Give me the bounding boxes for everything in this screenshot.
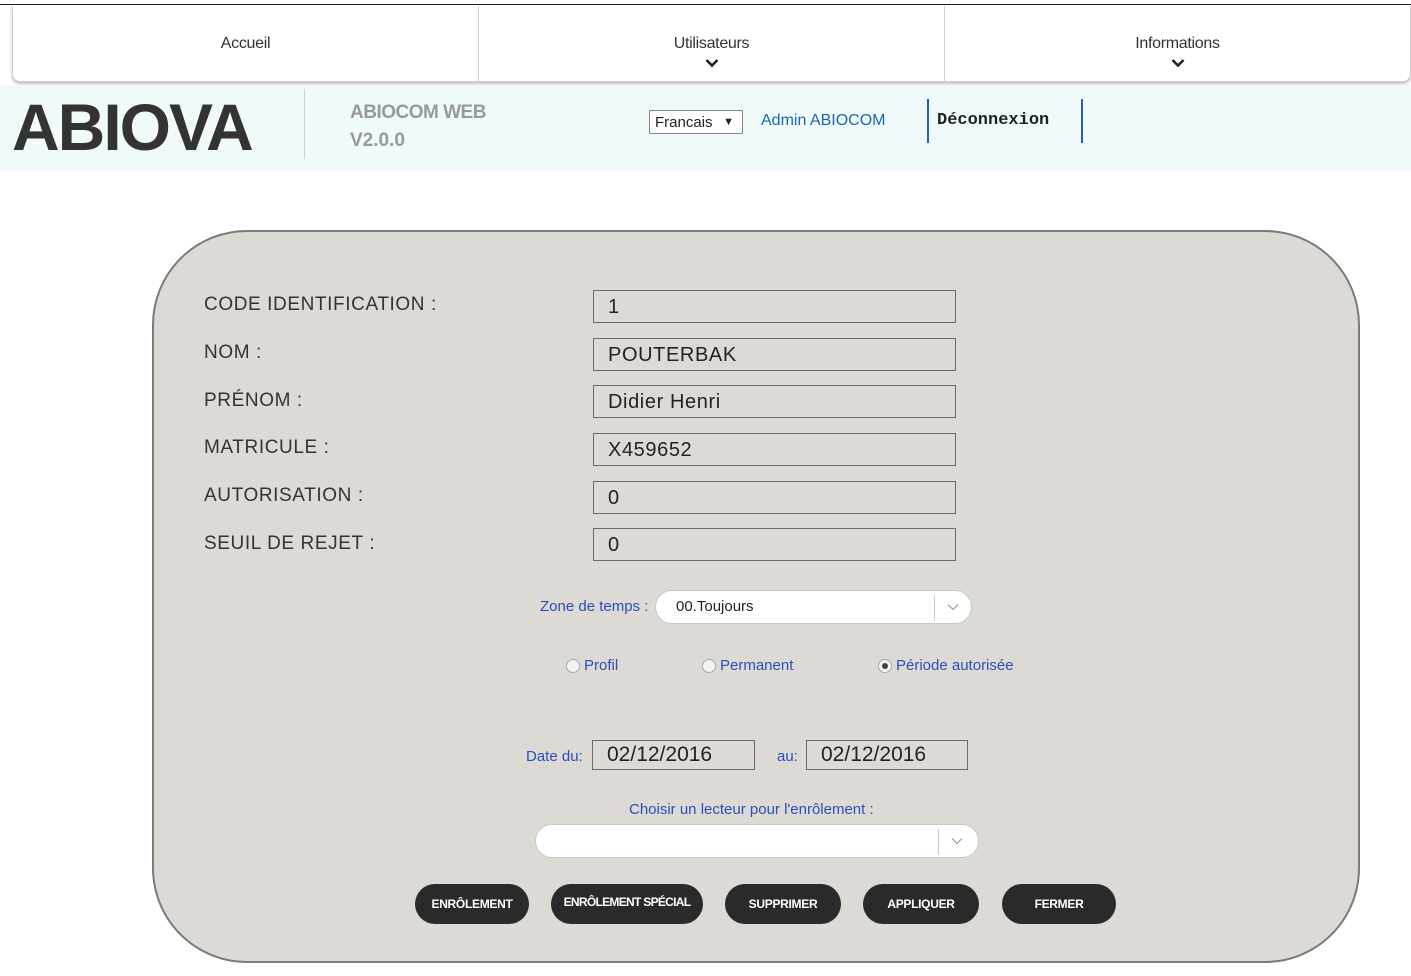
date-from-label: Date du: [526, 748, 583, 765]
dropdown-triangle-icon: ▼ [723, 116, 734, 128]
nav-item-utilisateurs[interactable]: Utilisateurs [479, 6, 945, 81]
logo-divider [304, 89, 305, 159]
enroll-button[interactable]: ENRÔLEMENT [415, 884, 529, 924]
autorisation-field[interactable]: 0 [593, 481, 956, 514]
radio-label: Permanent [720, 657, 794, 674]
field-label-autorisation: AUTORISATION : [204, 485, 364, 506]
radio-label: Profil [584, 657, 619, 674]
field-label-matricule: MATRICULE : [204, 437, 330, 458]
nom-field[interactable]: POUTERBAK [593, 338, 956, 371]
chevron-down-icon [705, 59, 718, 68]
apply-button[interactable]: APPLIQUER [863, 884, 979, 924]
top-rule [0, 4, 1411, 5]
radio-profil[interactable]: Profil [566, 657, 618, 674]
app-header: ABIOVA ABIOCOM WEB V2.0.0 Francais ▼ Adm… [0, 85, 1411, 171]
nav-item-label: Utilisateurs [673, 35, 750, 52]
time-zone-value: 00.Toujours [676, 598, 754, 615]
field-label-nom: NOM : [204, 342, 262, 363]
language-value: Francais [655, 114, 713, 131]
date-from-input[interactable]: 02/12/2016 [592, 740, 755, 770]
app-version: V2.0.0 [350, 130, 405, 151]
field-label-code: CODE IDENTIFICATION : [204, 294, 437, 315]
radio-periode-autorisee[interactable]: Période autorisée [878, 657, 1014, 674]
date-to-label: au: [777, 748, 798, 765]
reader-label: Choisir un lecteur pour l'enrôlement : [629, 801, 874, 818]
app-name: ABIOCOM WEB [350, 102, 486, 123]
logout-button[interactable]: Déconnexion [927, 99, 1083, 143]
radio-circle-icon [566, 658, 580, 673]
code-identification-field[interactable]: 1 [593, 290, 956, 323]
nav-item-label: Accueil [220, 35, 271, 52]
chevron-down-icon [951, 838, 963, 845]
nav-item-accueil[interactable]: Accueil [13, 6, 479, 81]
user-link[interactable]: Admin ABIOCOM [761, 112, 885, 130]
radio-label: Période autorisée [896, 657, 1014, 674]
date-to-input[interactable]: 02/12/2016 [806, 740, 968, 770]
radio-permanent[interactable]: Permanent [702, 657, 793, 674]
time-zone-select[interactable]: 00.Toujours [655, 590, 972, 624]
logo: ABIOVA [12, 90, 254, 164]
field-label-prenom: PRÉNOM : [204, 390, 303, 411]
radio-circle-icon [702, 658, 716, 673]
matricule-field[interactable]: X459652 [593, 433, 956, 466]
chevron-down-icon [1171, 59, 1184, 68]
close-button[interactable]: FERMER [1002, 884, 1116, 924]
main-nav: Accueil Utilisateurs Informations [12, 6, 1411, 82]
delete-button[interactable]: SUPPRIMER [725, 884, 841, 924]
nav-item-informations[interactable]: Informations [945, 6, 1410, 81]
time-zone-label: Zone de temps : [540, 598, 649, 615]
combo-separator [938, 829, 939, 855]
nav-item-label: Informations [1135, 35, 1220, 52]
field-label-seuil: SEUIL DE REJET : [204, 533, 376, 554]
combo-separator [934, 595, 935, 621]
language-select[interactable]: Francais ▼ [649, 110, 743, 134]
radio-checked-icon [878, 658, 892, 673]
reader-select[interactable] [535, 824, 979, 858]
chevron-down-icon [947, 604, 959, 611]
prenom-field[interactable]: Didier Henri [593, 385, 956, 418]
seuil-de-rejet-field[interactable]: 0 [593, 528, 956, 561]
special-enroll-button[interactable]: ENRÔLEMENT SPÉCIAL [551, 884, 703, 924]
